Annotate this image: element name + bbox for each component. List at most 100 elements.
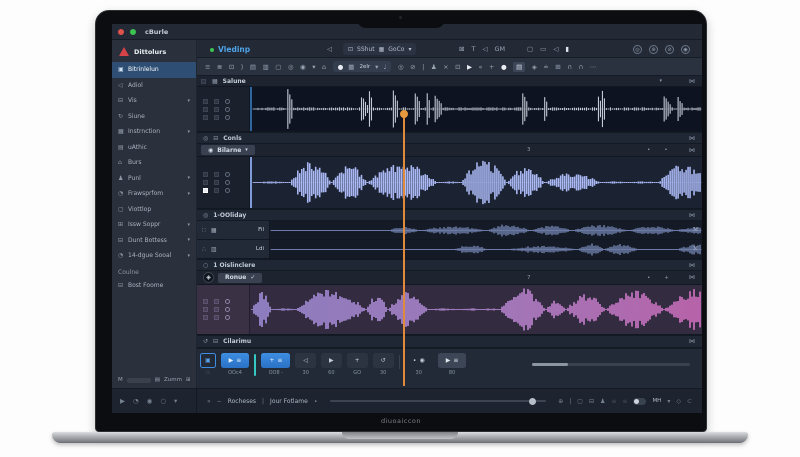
playhead-handle[interactable] [399, 110, 408, 118]
add-mode-button[interactable]: + ≡ [261, 353, 291, 368]
seek-slider[interactable] [329, 397, 547, 405]
horizontal-scrollbar[interactable] [532, 363, 690, 366]
transport-b8[interactable]: ▶ ≡ 80 [437, 353, 467, 376]
panel-icon[interactable]: ▢ [577, 398, 583, 405]
menu-icon[interactable]: ≡ [622, 398, 627, 405]
section-row-cilarimu[interactable]: ↺ ⊟ Cilarimu ⋈ [197, 335, 702, 348]
close-window-button[interactable] [118, 28, 124, 35]
grid-icon[interactable]: ▦ [348, 63, 354, 71]
collapse-icon[interactable]: ⋈ [689, 338, 695, 345]
section-row-ooliday[interactable]: ◎ 1-OOliday ⋈ [197, 209, 702, 221]
track2-pill[interactable]: ◉ Bilarne ▾ [201, 145, 255, 155]
transport-b3[interactable]: ◁ 30 [295, 353, 317, 376]
track2-clip[interactable] [250, 157, 702, 208]
playhead-line[interactable] [403, 113, 405, 386]
record-arm-button[interactable] [225, 106, 230, 112]
mute-button[interactable] [203, 98, 208, 104]
section-row-oislinclere[interactable]: ○ 1 Oislinclere ⋈ [197, 259, 702, 271]
slider-knob[interactable] [529, 397, 537, 405]
dot-button[interactable]: ∙ ◉ [405, 353, 433, 368]
ring-icon[interactable]: ○ [160, 397, 166, 405]
mute-button[interactable] [203, 315, 208, 320]
eye-icon[interactable]: ◉ [147, 397, 153, 405]
sidebar-item-bitrinlelun[interactable]: ▣ Bitrinlelun [112, 62, 196, 78]
slash-icon[interactable]: ⊘ [410, 63, 415, 71]
add-button[interactable]: + [346, 353, 368, 368]
snap-value[interactable]: 2elr [359, 64, 370, 70]
solo-button[interactable] [214, 180, 219, 185]
copy-icon[interactable]: ▥ [211, 246, 217, 253]
diamond-icon[interactable]: ◈ [532, 63, 537, 71]
checkbox-icon[interactable]: ⊡ [455, 63, 460, 71]
play-icon[interactable]: ▶ [467, 63, 472, 71]
sidebar-item-instrnction[interactable]: ▦ Instrnction ▾ [112, 124, 196, 140]
zoom-window-button[interactable] [130, 28, 136, 35]
solo-button[interactable] [214, 307, 219, 312]
chevron-down-icon[interactable]: ▾ [174, 397, 177, 405]
minus-icon[interactable]: − [217, 398, 222, 405]
shield-icon[interactable]: ◈ [203, 272, 214, 283]
circle-icon[interactable]: ◎ [633, 45, 642, 54]
plus-box-icon[interactable]: ⊞ [186, 377, 191, 383]
track4-clip[interactable] [250, 285, 702, 334]
cursor-icon[interactable]: ⟩ [241, 63, 244, 71]
chevron-down-icon[interactable]: ▾ [375, 63, 378, 71]
active-button[interactable] [203, 188, 208, 193]
user-icon[interactable]: ♟ [600, 398, 605, 405]
record-arm-button[interactable] [225, 299, 230, 304]
sidebar-item-burs[interactable]: ⌂ Burs [112, 155, 196, 171]
collapse-icon[interactable]: ⋈ [689, 274, 695, 281]
transport-b4[interactable]: ▶ 60 [321, 353, 342, 376]
rewind-icon[interactable]: « [207, 398, 211, 405]
checkbox[interactable] [201, 78, 206, 84]
chevron-down-icon[interactable]: ▾ [667, 398, 670, 405]
grid-icon[interactable]: ▦ [211, 227, 217, 234]
note-icon[interactable]: ♩ [383, 63, 386, 71]
speaker-icon[interactable]: ◁ [553, 45, 558, 53]
solo-button[interactable] [214, 188, 219, 193]
record-arm-button[interactable] [225, 114, 230, 120]
transport-b7[interactable]: ∙ ◉ 30 [405, 353, 433, 376]
close-icon[interactable]: × [443, 63, 448, 71]
circle-icon[interactable]: ◎ [398, 63, 404, 71]
menu-icon[interactable]: ≡ [205, 63, 210, 71]
transport-b2[interactable]: + ≡ OO8 - [261, 353, 291, 376]
chevron-down-icon[interactable]: ▾ [659, 78, 662, 84]
mute-button[interactable] [203, 307, 208, 312]
record-arm-button[interactable] [225, 315, 230, 320]
clock-icon[interactable]: ◔ [133, 397, 139, 405]
rect-icon[interactable]: ▭ [540, 45, 546, 53]
subset-icon[interactable]: ⊂ [687, 398, 692, 405]
solo-button[interactable] [214, 98, 219, 104]
play-list-button[interactable]: ▶ ≡ [437, 353, 467, 368]
sidebar-item-vis[interactable]: ⊟ Vis ▾ [112, 93, 196, 109]
minus-box-icon[interactable]: ⊟ [589, 398, 594, 405]
speaker-icon[interactable]: ◁ [482, 45, 487, 53]
track4-header[interactable]: ◈ Ronue ✓ 7 ∙ + ⋈ [197, 271, 702, 285]
record-arm-button[interactable] [225, 98, 230, 104]
track1-clip[interactable] [250, 87, 702, 131]
lozenge-icon[interactable]: ◇ [676, 398, 681, 405]
lane-b-clip[interactable]: 30 [270, 240, 702, 258]
sidebar-item-bost-foome[interactable]: ⊟ Bost Foome [112, 278, 196, 294]
lane-a-clip[interactable]: 38 [270, 221, 702, 239]
transport-grid-toggle[interactable]: ▣ ∷ [200, 353, 216, 376]
plus-icon[interactable]: + [489, 63, 494, 71]
sidebar-item-frawsprfom[interactable]: ◔ Frawsprfom ▾ [112, 186, 196, 202]
globe-icon[interactable]: ⊕ [558, 398, 563, 405]
track1-header[interactable]: ▦ Salune ▾ ⋈ [197, 76, 702, 87]
collapse-icon[interactable]: ⋈ [689, 147, 695, 154]
speaker-button[interactable]: ◁ [295, 353, 317, 368]
mute-button[interactable] [203, 106, 208, 112]
tag-icon[interactable]: ≐ [543, 63, 548, 71]
mute-button[interactable] [203, 172, 208, 177]
collapse-icon[interactable]: ⋈ [689, 262, 695, 269]
collapse-icon[interactable]: ⋈ [689, 78, 695, 85]
mic-icon[interactable]: ∩ [578, 63, 583, 71]
sidebar-item-adiol[interactable]: ◁ Adiol [112, 78, 196, 94]
record-arm-button[interactable] [225, 188, 230, 193]
halftone-icon[interactable]: ⊛ [649, 45, 658, 54]
eye-icon[interactable]: ◉ [300, 63, 306, 71]
mute-button[interactable] [203, 180, 208, 185]
eye-icon[interactable]: ◉ [681, 45, 690, 54]
